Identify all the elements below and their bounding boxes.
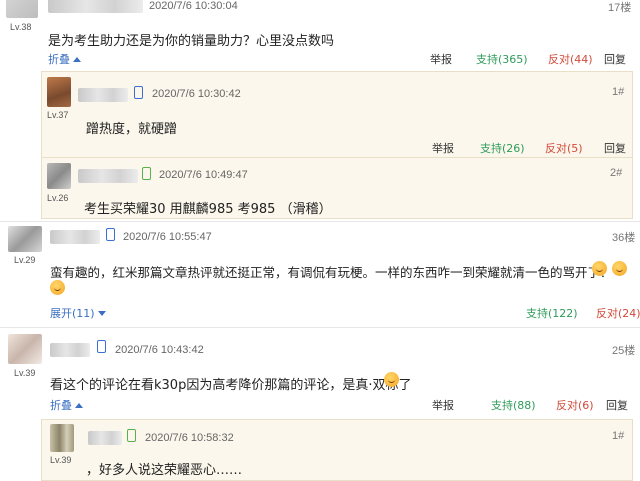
username[interactable] [78, 88, 128, 102]
oppose-button[interactable]: 反对(44) [548, 51, 593, 67]
android-phone-icon [127, 429, 136, 442]
post-time: 2020/7/6 10:55:47 [123, 231, 212, 243]
floor-number: 1# [612, 86, 625, 98]
reply-text: 蹭热度，就硬蹭 [86, 122, 178, 137]
expand-toggle[interactable]: 展开(11) [50, 305, 106, 321]
report-button[interactable]: 举报 [432, 397, 454, 413]
floor-number: 36楼 [612, 232, 636, 244]
floor-number: 1# [612, 430, 625, 442]
user-level: Lv.39 [50, 455, 72, 465]
reply-button[interactable]: 回复 [606, 397, 628, 413]
avatar[interactable] [50, 424, 74, 452]
collapse-toggle[interactable]: 折叠 [48, 51, 81, 67]
user-level: Lv.29 [14, 255, 36, 265]
user-level: Lv.38 [10, 22, 32, 32]
comment-text: 蛮有趣的，红米那篇文章热评就还挺正常，有调侃有玩梗。一样的东西咋一到荣耀就清一色… [50, 265, 613, 280]
reply-button[interactable]: 回复 [604, 140, 626, 156]
user-level: Lv.37 [47, 110, 69, 120]
post-time: 2020/7/6 10:43:42 [115, 344, 204, 356]
oppose-button[interactable]: 反对(6) [556, 397, 594, 413]
username[interactable] [48, 0, 143, 13]
comment-text: 是为考生助力还是为你的销量助力？心里没点数吗 [48, 34, 335, 49]
emoji-icon [612, 261, 627, 276]
floor-number: 25楼 [612, 345, 636, 357]
avatar[interactable] [47, 77, 71, 107]
emoji-icon [384, 372, 399, 387]
reply-text: 考生买荣耀30 用麒麟985 考985 （滑稽） [84, 202, 332, 217]
comment-text: 看这个的评论在看k30p因为高考降价那篇的评论，是真·双标了 [50, 378, 412, 393]
support-button[interactable]: 支持(122) [526, 305, 578, 321]
divider [0, 327, 640, 328]
divider [0, 221, 640, 222]
report-button[interactable]: 举报 [432, 140, 454, 156]
mobile-phone-icon [106, 228, 115, 241]
report-button[interactable]: 举报 [430, 51, 452, 67]
oppose-button[interactable]: 反对(5) [545, 140, 583, 156]
chevron-up-icon [73, 57, 81, 62]
reply-button[interactable]: 回复 [604, 51, 626, 67]
post-time: 2020/7/6 10:58:32 [145, 432, 234, 444]
floor-number: 2# [610, 167, 623, 179]
username[interactable] [88, 431, 122, 445]
reply-text: ，好多人说这荣耀恶心…… [86, 463, 243, 478]
chevron-down-icon [97, 311, 106, 316]
mobile-phone-icon [97, 340, 106, 353]
post-time: 2020/7/6 10:49:47 [159, 169, 248, 181]
android-phone-icon [142, 167, 151, 180]
avatar[interactable] [6, 0, 38, 18]
mobile-phone-icon [134, 86, 143, 99]
floor-number: 17楼 [608, 2, 632, 14]
username[interactable] [78, 169, 138, 183]
avatar[interactable] [8, 226, 42, 252]
avatar[interactable] [8, 334, 42, 364]
emoji-icon [592, 261, 607, 276]
support-button[interactable]: 支持(365) [476, 51, 528, 67]
support-button[interactable]: 支持(26) [480, 140, 525, 156]
user-level: Lv.39 [14, 368, 36, 378]
user-level: Lv.26 [47, 193, 69, 203]
post-time: 2020/7/6 10:30:42 [152, 88, 241, 100]
post-time: 2020/7/6 10:30:04 [149, 0, 238, 12]
oppose-button[interactable]: 反对(24) [596, 305, 640, 321]
collapse-toggle[interactable]: 折叠 [50, 397, 83, 413]
username[interactable] [50, 230, 100, 244]
username[interactable] [50, 343, 90, 357]
support-button[interactable]: 支持(88) [491, 397, 536, 413]
chevron-up-icon [75, 403, 83, 408]
avatar[interactable] [47, 163, 71, 189]
emoji-icon [50, 280, 65, 295]
